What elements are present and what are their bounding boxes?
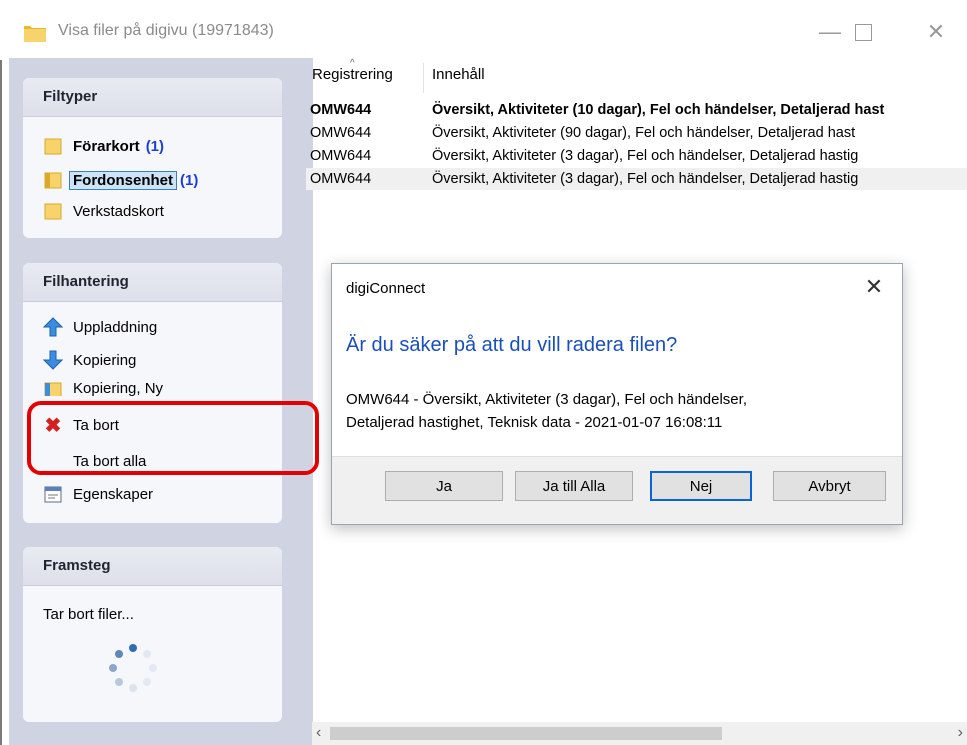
filetype-count: (1): [145, 137, 165, 155]
cell-innehall: Översikt, Aktiviteter (90 dagar), Fel oc…: [432, 125, 856, 141]
cell-registrering: OMW644: [310, 171, 372, 187]
arrow-down-icon: [43, 350, 63, 370]
table-row[interactable]: OMW644 Översikt, Aktiviteter (3 dagar), …: [306, 168, 967, 190]
no-button[interactable]: Nej: [650, 471, 752, 501]
table-row[interactable]: OMW644 Översikt, Aktiviteter (3 dagar), …: [306, 145, 967, 167]
upload-action[interactable]: Uppladdning: [43, 314, 157, 340]
filetype-count: (1): [180, 171, 199, 189]
title-bar: Visa filer på digivu (19971843) — ✕: [0, 0, 967, 58]
dialog-question: Är du säker på att du vill radera filen?: [346, 334, 678, 356]
dialog-message-line: Detaljerad hastighet, Teknisk data - 202…: [346, 414, 723, 431]
window-border: [0, 60, 2, 745]
confirm-dialog: digiConnect ✕ Är du säker på att du vill…: [331, 263, 903, 525]
filetype-label: Verkstadskort: [73, 202, 164, 220]
filetype-label: Fordonsenhet: [69, 170, 177, 190]
filehandling-panel: Filhantering Uppladdning Kopiering Kopie…: [23, 263, 282, 523]
progress-panel: Framsteg Tar bort filer...: [23, 547, 282, 722]
column-header-innehall[interactable]: Innehåll: [432, 66, 485, 83]
dialog-message: OMW644 - Översikt, Aktiviteter (3 dagar)…: [346, 388, 866, 434]
spinner-icon: [109, 644, 157, 692]
filehandling-header: Filhantering: [23, 263, 282, 302]
cancel-button[interactable]: Avbryt: [773, 471, 886, 501]
filetype-forarkort[interactable]: Förarkort (1): [43, 133, 164, 159]
table-row[interactable]: OMW644 Översikt, Aktiviteter (90 dagar),…: [306, 122, 967, 144]
dialog-close-button[interactable]: ✕: [856, 272, 892, 302]
dialog-message-line: OMW644 - Översikt, Aktiviteter (3 dagar)…: [346, 391, 747, 408]
action-label: Uppladdning: [73, 318, 158, 336]
cell-innehall: Översikt, Aktiviteter (10 dagar), Fel oc…: [432, 102, 885, 118]
dialog-footer: Ja Ja till Alla Nej Avbryt: [332, 456, 902, 524]
cell-innehall: Översikt, Aktiviteter (3 dagar), Fel och…: [432, 171, 859, 187]
close-icon: ✕: [864, 274, 884, 299]
cell-registrering: OMW644: [310, 125, 372, 141]
horizontal-scrollbar[interactable]: ‹ ›: [312, 722, 967, 745]
progress-status: Tar bort filer...: [43, 606, 134, 623]
table-row[interactable]: OMW644 Översikt, Aktiviteter (10 dagar),…: [306, 99, 967, 121]
folder-icon: [43, 201, 63, 221]
column-header-registrering[interactable]: Registrering: [312, 66, 393, 83]
filetype-fordonsenhet[interactable]: Fordonsenhet (1): [43, 167, 198, 193]
folder-icon: [43, 380, 63, 396]
folder-icon: [43, 136, 63, 156]
properties-icon: [43, 484, 63, 504]
cell-registrering: OMW644: [310, 148, 372, 164]
cell-innehall: Översikt, Aktiviteter (3 dagar), Fel och…: [432, 148, 859, 164]
yes-button[interactable]: Ja: [385, 471, 503, 501]
close-button[interactable]: ✕: [913, 14, 959, 50]
copy-new-action[interactable]: Kopiering, Ny: [43, 380, 163, 396]
action-label: Kopiering, Ny: [73, 380, 164, 396]
dialog-title: digiConnect: [346, 280, 426, 297]
arrow-up-icon: [43, 317, 63, 337]
maximize-button[interactable]: [840, 14, 886, 50]
filetypes-header: Filtyper: [23, 78, 282, 117]
filetype-verkstadskort[interactable]: Verkstadskort: [43, 198, 164, 224]
highlight-box: [27, 401, 319, 475]
scroll-left-icon[interactable]: ‹: [316, 724, 321, 742]
filetype-label: Förarkort: [73, 137, 140, 155]
folder-open-icon: [43, 170, 63, 190]
action-label: Kopiering: [73, 351, 137, 369]
folder-icon: [24, 26, 46, 42]
column-separator[interactable]: [423, 63, 424, 93]
window-title: Visa filer på digivu (19971843): [58, 22, 274, 39]
filetypes-panel: Filtyper Förarkort (1) Fordonsenhet (1) …: [23, 78, 282, 238]
scroll-right-icon[interactable]: ›: [958, 724, 963, 742]
action-label: Egenskaper: [73, 485, 154, 503]
cell-registrering: OMW644: [310, 102, 372, 118]
yes-to-all-button[interactable]: Ja till Alla: [515, 471, 633, 501]
progress-header: Framsteg: [23, 547, 282, 586]
scrollbar-thumb[interactable]: [330, 727, 722, 740]
maximize-icon: [854, 23, 872, 41]
properties-action[interactable]: Egenskaper: [43, 481, 153, 507]
copy-action[interactable]: Kopiering: [43, 347, 136, 373]
